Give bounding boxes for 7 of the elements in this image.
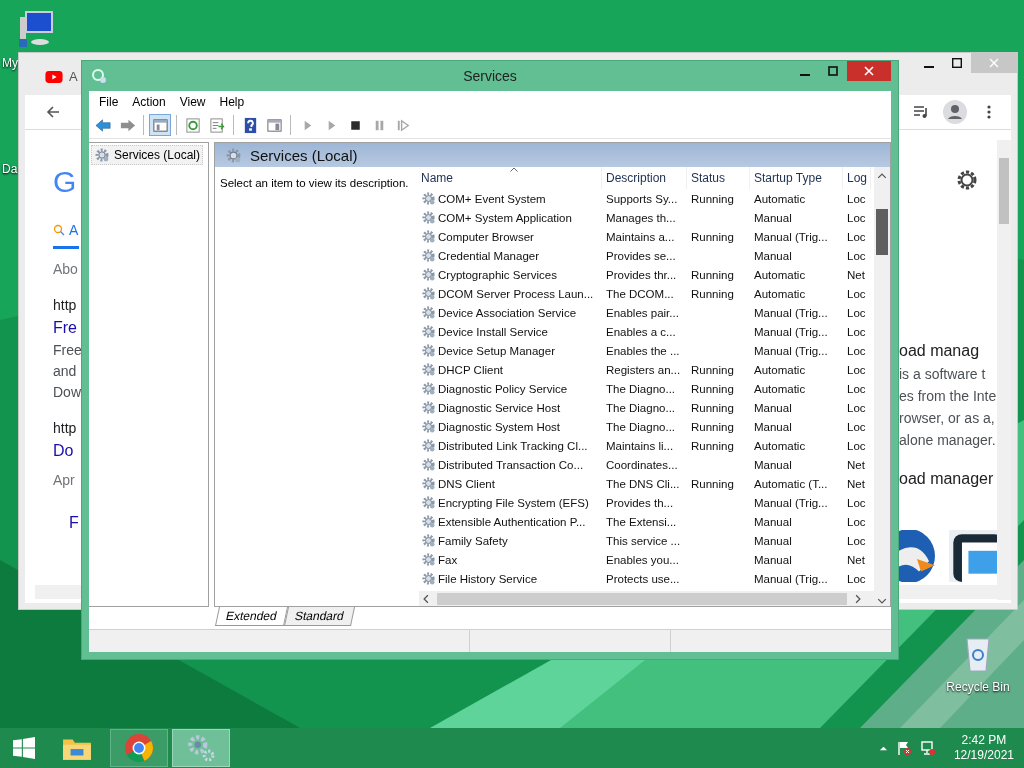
windows-logo-icon <box>13 737 35 759</box>
clock[interactable]: 2:42 PM 12/19/2021 <box>953 733 1014 763</box>
gears-icon <box>186 733 216 763</box>
browser-icon <box>124 733 154 763</box>
taskbar-button[interactable] <box>110 729 168 767</box>
network-icon[interactable] <box>919 740 936 756</box>
flag-icon[interactable] <box>895 740 912 756</box>
